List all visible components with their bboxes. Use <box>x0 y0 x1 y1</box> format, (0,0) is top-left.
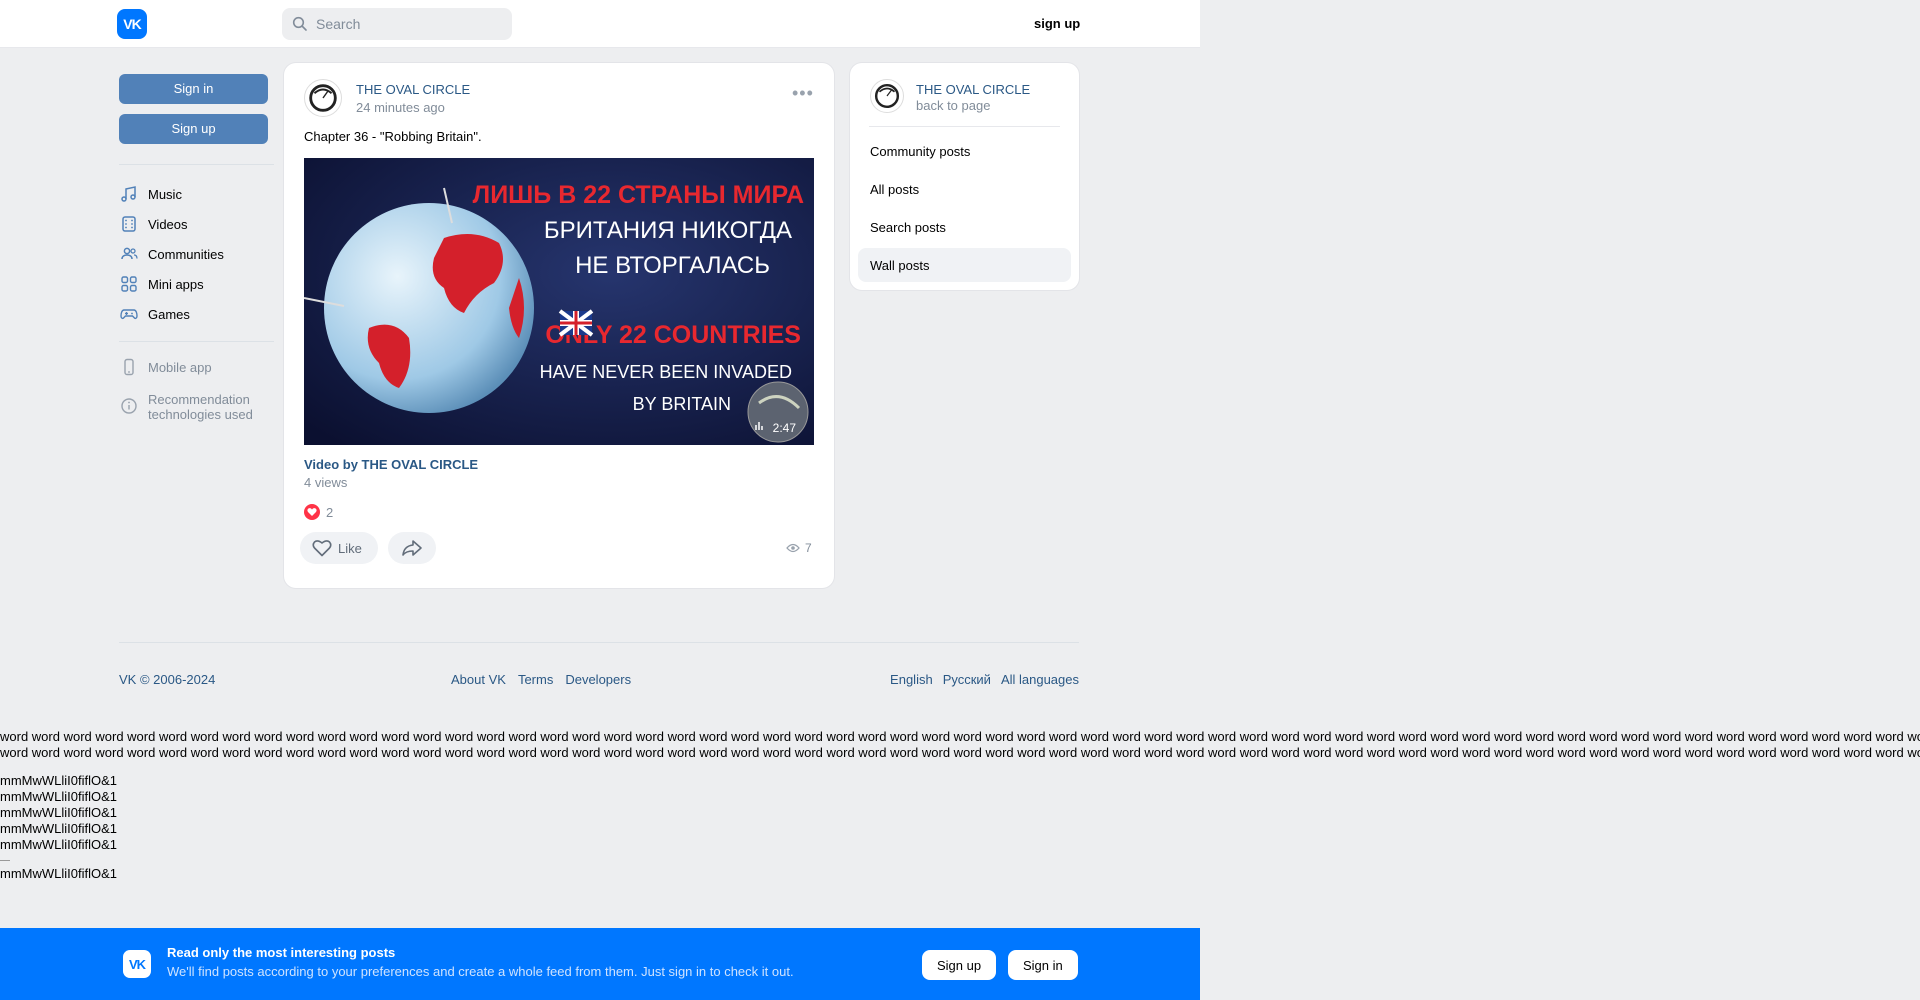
nav-item-mini-apps[interactable]: Mini apps <box>119 269 268 299</box>
vk-logo[interactable]: VK <box>117 9 147 39</box>
sidebar-divider <box>869 126 1060 127</box>
glyph-separator <box>0 860 10 861</box>
post-card: THE OVAL CIRCLE 24 minutes ago ••• Chapt… <box>284 63 834 588</box>
glyph-line: mmMwWLliI0fiflO&1 <box>0 837 118 852</box>
reactions-count: 2 <box>326 504 334 520</box>
video-text-en-3: BY BRITAIN <box>633 394 731 414</box>
video-icon <box>119 214 139 234</box>
nav-divider <box>119 164 274 165</box>
nav-item-communities[interactable]: Communities <box>119 239 268 269</box>
word-test-text: word word word word word word word word … <box>0 729 1920 761</box>
signup-banner: VK Read only the most interesting posts … <box>0 928 1200 1000</box>
sign-up-button[interactable]: Sign up <box>119 114 268 144</box>
nav-label: Games <box>148 306 190 322</box>
search-box[interactable] <box>282 8 512 40</box>
more-options-icon[interactable]: ••• <box>792 84 814 102</box>
footer-link-developers[interactable]: Developers <box>565 672 631 687</box>
glyph-test-text: mmMwWLliI0fiflO&1 mmMwWLliI0fiflO&1 mmMw… <box>0 773 117 882</box>
nav-item-mobile-app[interactable]: Mobile app <box>119 352 268 382</box>
views-counter: 7 <box>786 541 812 555</box>
banner-subtitle: We'll find posts according to your prefe… <box>167 964 794 979</box>
banner-title: Read only the most interesting posts <box>167 945 396 960</box>
nav-item-music[interactable]: Music <box>119 179 268 209</box>
video-text-ru-2: БРИТАНИЯ НИКОГДА <box>544 217 792 244</box>
video-text-ru-3: НЕ ВТОРГАЛАСЬ <box>575 252 770 279</box>
post-time[interactable]: 24 minutes ago <box>356 100 445 115</box>
gamepad-icon <box>119 304 139 324</box>
glyph-line: mmMwWLliI0fiflO&1 <box>0 773 118 788</box>
footer-divider <box>119 642 1079 643</box>
like-button[interactable]: Like <box>300 532 378 564</box>
like-label: Like <box>338 540 362 556</box>
word-row-2: word word word word word word word word … <box>0 745 1920 760</box>
nav-item-recommendation[interactable]: Recommendation technologies used <box>119 392 268 422</box>
nav-label: Mobile app <box>148 359 212 375</box>
header-signup-link[interactable]: sign up <box>1034 16 1080 31</box>
banner-sign-in-button[interactable]: Sign in <box>1008 950 1078 980</box>
menu-item-all-posts[interactable]: All posts <box>858 172 1071 206</box>
search-icon <box>292 16 307 31</box>
heart-icon <box>304 504 320 520</box>
top-header: VK sign up <box>0 0 1200 48</box>
menu-item-search-posts[interactable]: Search posts <box>858 210 1071 244</box>
phone-icon <box>119 357 139 377</box>
nav-label: Music <box>148 186 182 202</box>
music-icon <box>119 184 139 204</box>
heart-outline-icon <box>312 540 332 557</box>
right-sidebar: THE OVAL CIRCLE back to page Community p… <box>850 63 1079 290</box>
post-text: Chapter 36 - "Robbing Britain". <box>304 129 482 144</box>
footer-link-about[interactable]: About VK <box>451 672 506 687</box>
footer-link-terms[interactable]: Terms <box>518 672 553 687</box>
nav-item-games[interactable]: Games <box>119 299 268 329</box>
video-text-ru-1: ЛИШЬ В 22 СТРАНЫ МИРА <box>473 181 804 209</box>
nav-item-videos[interactable]: Videos <box>119 209 268 239</box>
menu-item-wall-posts[interactable]: Wall posts <box>858 248 1071 282</box>
search-input[interactable] <box>316 16 496 32</box>
community-avatar[interactable] <box>304 79 342 117</box>
share-icon <box>402 540 422 556</box>
glyph-line: mmMwWLliI0fiflO&1 <box>0 821 118 836</box>
views-count: 7 <box>805 541 812 555</box>
language-english[interactable]: English <box>890 672 933 687</box>
video-views: 4 views <box>304 475 348 490</box>
video-thumbnail-image: ЛИШЬ В 22 СТРАНЫ МИРА БРИТАНИЯ НИКОГДА Н… <box>304 158 814 445</box>
communities-icon <box>119 244 139 264</box>
vk-logo: VK <box>123 950 151 978</box>
sign-in-button[interactable]: Sign in <box>119 74 268 104</box>
video-title[interactable]: Video by THE OVAL CIRCLE <box>304 457 478 472</box>
nav-label: Mini apps <box>148 276 204 292</box>
left-nav: Sign in Sign up Music Videos Communities… <box>119 74 274 422</box>
nav-label: Recommendation technologies used <box>148 392 253 422</box>
community-avatar[interactable] <box>870 79 904 113</box>
language-russian[interactable]: Русский <box>943 672 991 687</box>
word-row-1: word word word word word word word word … <box>0 729 1920 744</box>
back-to-page-link[interactable]: back to page <box>916 98 990 113</box>
copyright-link[interactable]: VK © 2006-2024 <box>119 672 215 687</box>
menu-item-community-posts[interactable]: Community posts <box>858 134 1071 168</box>
community-name-link[interactable]: THE OVAL CIRCLE <box>916 82 1030 97</box>
banner-sign-up-button[interactable]: Sign up <box>922 950 997 980</box>
video-thumbnail[interactable]: ЛИШЬ В 22 СТРАНЫ МИРА БРИТАНИЯ НИКОГДА Н… <box>304 158 814 445</box>
reactions[interactable]: 2 <box>304 504 333 520</box>
video-text-en-2: HAVE NEVER BEEN INVADED <box>540 362 792 382</box>
language-all[interactable]: All languages <box>1001 672 1079 687</box>
info-icon <box>119 396 139 416</box>
nav-label: Communities <box>148 246 224 262</box>
glyph-line: mmMwWLliI0fiflO&1 <box>0 805 118 820</box>
nav-divider <box>119 341 274 342</box>
eye-icon <box>786 543 800 553</box>
share-button[interactable] <box>388 532 436 564</box>
glyph-line: mmMwWLliI0fiflO&1 <box>0 789 118 804</box>
glyph-line: mmMwWLliI0fiflO&1 <box>0 866 118 881</box>
post-author[interactable]: THE OVAL CIRCLE <box>356 82 470 97</box>
nav-label: Videos <box>148 216 188 232</box>
video-duration: 2:47 <box>772 421 796 435</box>
mini-apps-icon <box>119 274 139 294</box>
